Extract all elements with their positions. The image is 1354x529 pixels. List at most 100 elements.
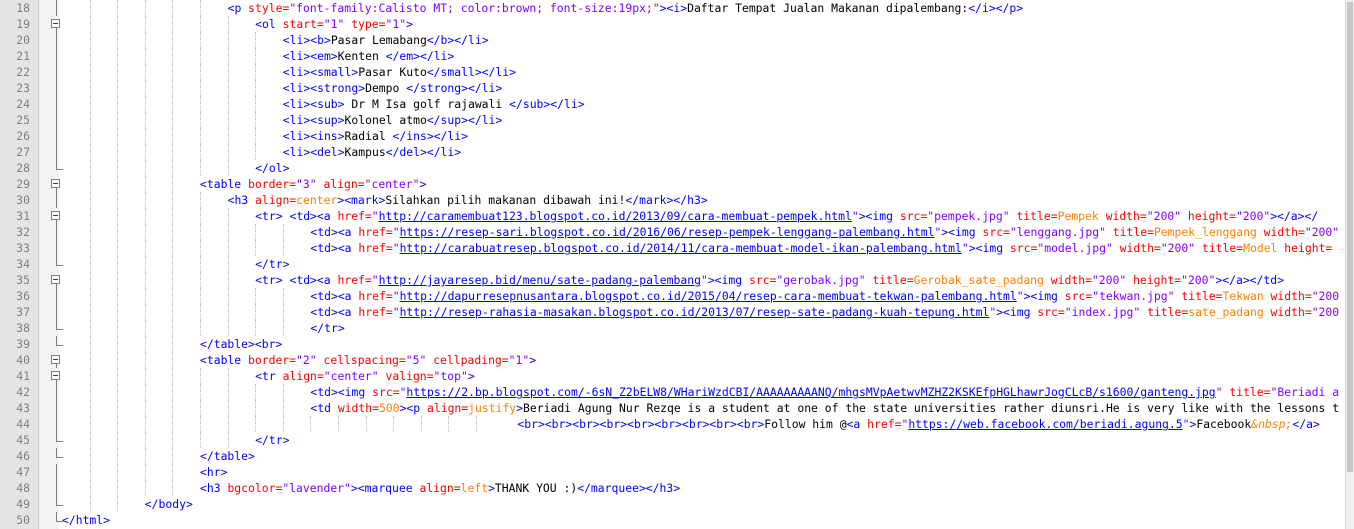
code-line[interactable]: 35 <tr> <td><a href="http://jayaresep.bid… (0, 272, 1346, 288)
code-line[interactable]: 37 <td><a href="http://resep-rahasia-masa… (0, 304, 1346, 320)
code-line[interactable]: 40 <table border="2" cellspacing="5" cell… (0, 352, 1346, 368)
code-text[interactable]: <li><em>Kenten </em></li> (62, 48, 454, 64)
fold-collapse-icon[interactable] (51, 275, 60, 284)
fold-collapse-icon[interactable] (51, 179, 60, 188)
code-text[interactable]: </tr> (62, 320, 344, 336)
fold-line (56, 304, 57, 320)
code-text[interactable]: </tr> (62, 432, 289, 448)
token-url[interactable]: https://2.bp.blogspot.com/-6sN_Z2bELW8/W… (406, 385, 1215, 399)
code-line[interactable]: 23 <li><strong>Dempo </strong></li> (0, 80, 1346, 96)
token-attr: src= (1037, 305, 1065, 319)
code-line[interactable]: 28 </ol> (0, 160, 1346, 176)
token-attr: width= (1098, 209, 1147, 223)
code-line[interactable]: 31 <tr> <td><a href="http://caramembuat12… (0, 208, 1346, 224)
code-line[interactable]: 19 <ol start="1" type="1"> (0, 16, 1346, 32)
token-url[interactable]: http://carabuatresep.blogspot.co.id/2014… (400, 241, 962, 255)
code-text[interactable]: <li><del>Kampus</del></li> (62, 144, 461, 160)
code-text[interactable]: <tr> <td><a href="http://jayaresep.bid/m… (62, 272, 1284, 288)
code-line[interactable]: 45 </tr> (0, 432, 1346, 448)
code-line[interactable]: 41 <tr align="center" valign="top"> (0, 368, 1346, 384)
token-url[interactable]: http://caramembuat123.blogspot.co.id/201… (379, 209, 852, 223)
code-line[interactable]: 36 <td><a href="http://dapurresepnusantar… (0, 288, 1346, 304)
code-line[interactable]: 49 </body> (0, 496, 1346, 512)
fold-line (56, 64, 57, 80)
code-text[interactable]: </body> (62, 496, 193, 512)
line-number: 50 (16, 513, 30, 527)
code-line[interactable]: 22 <li><small>Pasar Kuto</small></li> (0, 64, 1346, 80)
code-line[interactable]: 42 <td><img src= "https://2.bp.blogspot.co… (0, 384, 1346, 400)
code-text[interactable]: <h3 align=center><mark>Silahkan pilih ma… (62, 192, 708, 208)
code-line[interactable]: 46 </table> (0, 448, 1346, 464)
token-tag: <br><br><br><br><br><br><br><br><br> (517, 417, 765, 431)
code-text[interactable]: </table> (62, 448, 255, 464)
code-line[interactable]: 24 <li><sub> Dr M Isa golf rajawali </sub… (0, 96, 1346, 112)
code-text[interactable]: <li><sub> Dr M Isa golf rajawali </sub><… (62, 96, 585, 112)
fold-collapse-icon[interactable] (51, 19, 60, 28)
token-url[interactable]: http://resep-rahasia-masakan.blogspot.co… (400, 305, 990, 319)
code-text[interactable]: <hr> (62, 464, 227, 480)
code-line[interactable]: 44 <br><br><br><br><br><br><br><br><br>Fo… (0, 416, 1346, 432)
code-text[interactable]: <p style="font-family:Calisto MT; color:… (62, 0, 1024, 16)
fold-collapse-icon[interactable] (51, 355, 60, 364)
code-line[interactable]: 21 <li><em>Kenten </em></li> (0, 48, 1346, 64)
code-line[interactable]: 38 </tr> (0, 320, 1346, 336)
vertical-scrollbar[interactable] (1345, 0, 1354, 529)
code-text[interactable]: <tr> <td><a href="http://caramembuat123.… (62, 208, 1318, 224)
token-url[interactable]: https://web.facebook.com/beriadi.agung.5 (908, 417, 1182, 431)
scrollbar-thumb[interactable] (1347, 2, 1353, 472)
token-url[interactable]: https://resep-sari.blogspot.co.id/2016/0… (400, 225, 935, 239)
code-line[interactable]: 27 <li><del>Kampus</del></li> (0, 144, 1346, 160)
token-tag: <h3 (200, 481, 228, 495)
code-line[interactable]: 39 </table><br> (0, 336, 1346, 352)
code-line[interactable]: 18 <p style="font-family:Calisto MT; colo… (0, 0, 1346, 16)
code-text[interactable]: <li><b>Pasar Lemabang</b></li> (62, 32, 489, 48)
token-tag: <ol (255, 17, 283, 31)
code-text[interactable]: <td><img src= "https://2.bp.blogspot.com/… (62, 384, 1339, 400)
code-text[interactable]: <li><small>Pasar Kuto</small></li> (62, 64, 516, 80)
code-line[interactable]: 34 </tr> (0, 256, 1346, 272)
code-text[interactable]: <h3 bgcolor="lavender"><marquee align=le… (62, 480, 680, 496)
code-text[interactable]: <td width=500><p align=justify>Beriadi A… (62, 400, 1339, 416)
code-line[interactable]: 26 <li><ins>Radial </ins></li> (0, 128, 1346, 144)
fold-collapse-icon[interactable] (51, 211, 60, 220)
code-text[interactable]: <td><a href="http://carabuatresep.blogsp… (62, 240, 1332, 256)
code-text[interactable]: <br><br><br><br><br><br><br><br><br>Foll… (62, 416, 1319, 432)
code-line[interactable]: 30 <h3 align=center><mark>Silahkan pilih … (0, 192, 1346, 208)
fold-line (56, 192, 57, 208)
code-text[interactable]: </table><br> (62, 336, 282, 352)
token-attr: width= (337, 401, 379, 415)
code-text[interactable]: </ol> (62, 160, 289, 176)
code-line[interactable]: 50 </html> (0, 512, 1346, 528)
code-editor[interactable]: 18 <p style="font-family:Calisto MT; colo… (0, 0, 1346, 529)
fold-line (56, 128, 57, 144)
token-tag: <table (200, 177, 249, 191)
token-url[interactable]: http://jayaresep.bid/menu/sate-padang-pa… (379, 273, 701, 287)
code-text[interactable]: <td><a href="http://dapurresepnusantara.… (62, 288, 1339, 304)
code-line[interactable]: 48 <h3 bgcolor="lavender"><marquee align=… (0, 480, 1346, 496)
code-text[interactable]: <ol start="1" type="1"> (62, 16, 413, 32)
token-attr: cellpading= (433, 353, 509, 367)
code-line[interactable]: 47 <hr> (0, 464, 1346, 480)
fold-line (56, 0, 57, 16)
code-text[interactable]: <td><a href="https://resep-sari.blogspot… (62, 224, 1339, 240)
code-line[interactable]: 33 <td><a href="http://carabuatresep.blog… (0, 240, 1346, 256)
code-text[interactable]: </html> (62, 512, 110, 528)
code-line[interactable]: 25 <li><sup>Kolonel atmo</sup></li> (0, 112, 1346, 128)
code-line[interactable]: 20 <li><b>Pasar Lemabang</b></li> (0, 32, 1346, 48)
code-text[interactable]: <li><strong>Dempo </strong></li> (62, 80, 502, 96)
code-text[interactable]: <tr align="center" valign="top"> (62, 368, 475, 384)
code-text[interactable]: <li><sup>Kolonel atmo</sup></li> (62, 112, 502, 128)
token-str: "1" (385, 17, 407, 31)
code-text[interactable]: </tr> (62, 256, 289, 272)
code-line[interactable]: 32 <td><a href="https://resep-sari.blogsp… (0, 224, 1346, 240)
code-text[interactable]: <td><a href="http://resep-rahasia-masaka… (62, 304, 1339, 320)
code-text[interactable]: <table border="2" cellspacing="5" cellpa… (62, 352, 536, 368)
token-url[interactable]: http://dapurresepnusantara.blogspot.co.i… (400, 289, 1017, 303)
code-text[interactable]: <li><ins>Radial </ins></li> (62, 128, 468, 144)
code-text[interactable]: <table border="3" align="center"> (62, 176, 426, 192)
code-line[interactable]: 43 <td width=500><p align=justify>Beriadi… (0, 400, 1346, 416)
fold-collapse-icon[interactable] (51, 371, 60, 380)
token-tag: <h3 (227, 193, 256, 207)
code-line[interactable]: 29 <table border="3" align="center"> (0, 176, 1346, 192)
token-tag: ><img (858, 209, 900, 223)
